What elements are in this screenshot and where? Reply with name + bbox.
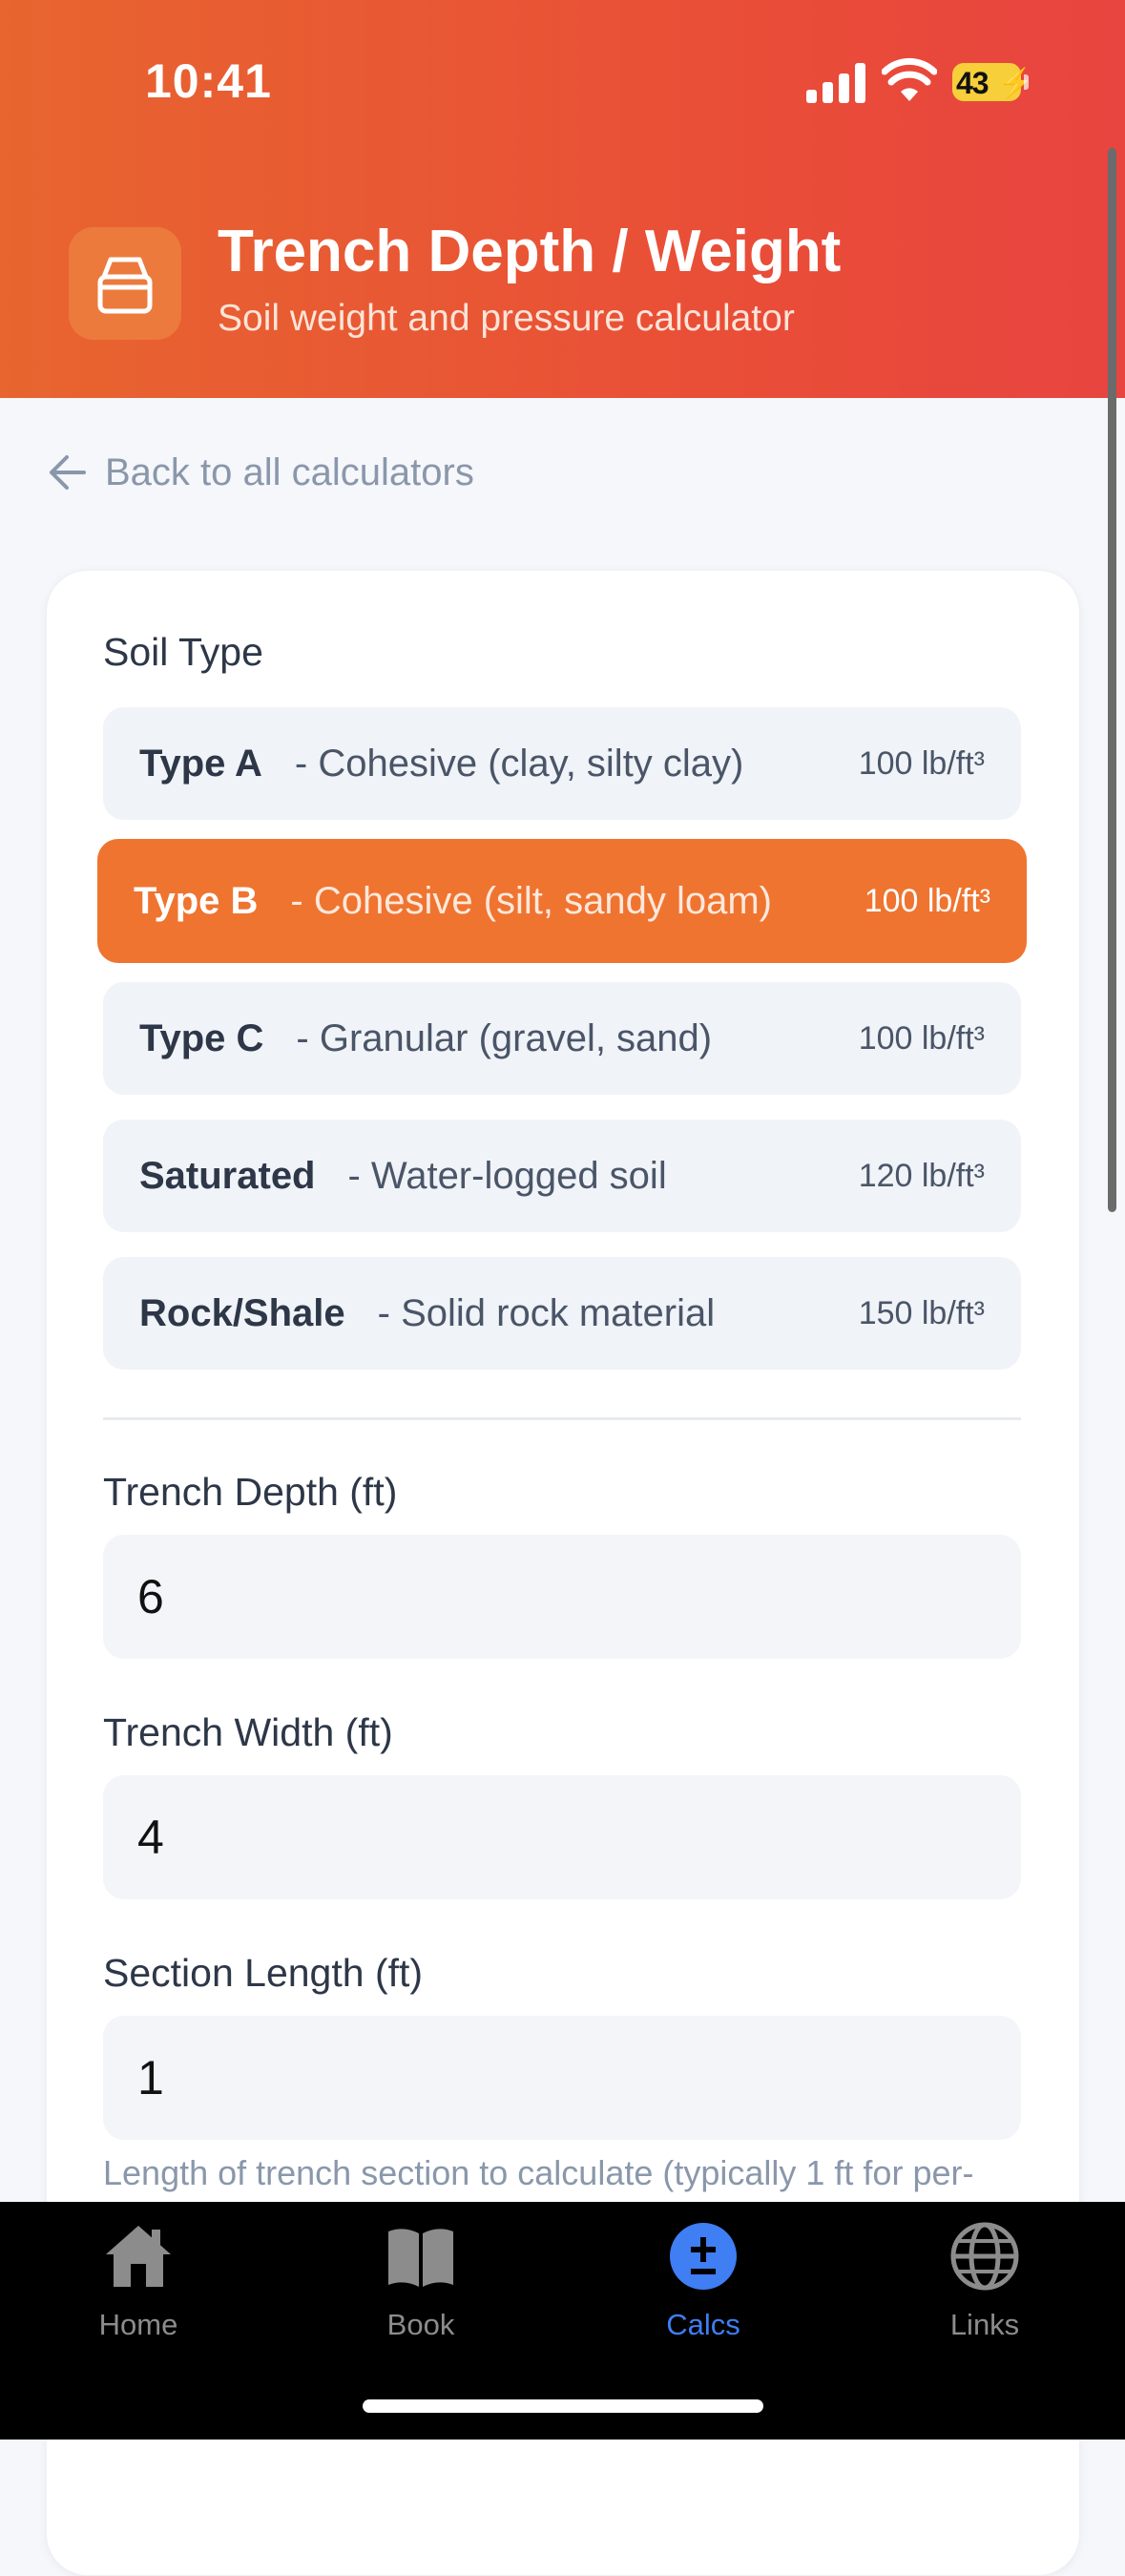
section-length-input[interactable]: 1 [103, 2016, 1021, 2140]
arrow-left-icon [50, 455, 86, 490]
soil-option-name: Type A [139, 742, 262, 785]
page-subtitle: Soil weight and pressure calculator [218, 298, 795, 339]
page-title: Trench Depth / Weight [218, 219, 842, 284]
tab-label: Book [386, 2308, 455, 2341]
plus-minus-icon [670, 2223, 737, 2290]
section-divider [103, 1417, 1021, 1420]
tab-label: Links [949, 2308, 1020, 2341]
trench-depth-label: Trench Depth (ft) [103, 1470, 398, 1514]
home-indicator[interactable] [363, 2399, 763, 2413]
tab-links[interactable]: Links [889, 2214, 1080, 2348]
battery-tip [1024, 74, 1029, 90]
soil-type-label: Soil Type [103, 630, 263, 674]
soil-option-weight: 100 lb/ft³ [864, 882, 990, 919]
tab-calcs[interactable]: Calcs [608, 2214, 799, 2348]
soil-option-type-c[interactable]: Type C - Granular (gravel, sand) 100 lb/… [103, 982, 1021, 1095]
soil-option-type-a[interactable]: Type A - Cohesive (clay, silty clay) 100… [103, 707, 1021, 820]
soil-option-name: Type B [134, 879, 259, 922]
bucket-icon [97, 257, 153, 314]
battery-icon: 43 ⚡ [952, 63, 1033, 101]
soil-option-saturated[interactable]: Saturated - Water-logged soil 120 lb/ft³ [103, 1120, 1021, 1232]
soil-option-type-b[interactable]: Type B - Cohesive (silt, sandy loam) 100… [97, 839, 1027, 963]
soil-option-name: Type C [139, 1016, 264, 1059]
app-header: 10:41 43 ⚡ Trench Depth / Weight Soil we… [0, 0, 1125, 398]
soil-option-rock-shale[interactable]: Rock/Shale - Solid rock material 150 lb/… [103, 1257, 1021, 1370]
book-icon [388, 2229, 453, 2287]
status-time: 10:41 [145, 54, 272, 108]
soil-option-weight: 150 lb/ft³ [858, 1294, 985, 1331]
soil-option-name: Rock/Shale [139, 1291, 345, 1334]
soil-option-name: Saturated [139, 1154, 316, 1197]
home-icon [106, 2226, 171, 2287]
back-link-label: Back to all calculators [105, 450, 474, 493]
tab-label: Home [98, 2308, 178, 2341]
soil-option-description: - Granular (gravel, sand) [296, 1016, 713, 1059]
soil-option-weight: 100 lb/ft³ [858, 744, 985, 782]
scrollbar[interactable] [1108, 148, 1116, 1212]
globe-icon [950, 2222, 1019, 2291]
tab-book[interactable]: Book [325, 2214, 516, 2348]
soil-option-description: - Water-logged soil [347, 1154, 667, 1197]
cellular-signal-icon [806, 63, 865, 103]
soil-option-description: - Cohesive (silt, sandy loam) [290, 879, 772, 922]
calculator-app-icon [69, 227, 181, 340]
soil-option-description: - Cohesive (clay, silty clay) [294, 742, 744, 785]
tab-home[interactable]: Home [43, 2214, 234, 2348]
section-length-label: Section Length (ft) [103, 1951, 424, 1995]
soil-option-description: - Solid rock material [377, 1291, 716, 1334]
section-length-hint: Length of trench section to calculate (t… [103, 2153, 974, 2192]
back-to-calculators-link[interactable]: Back to all calculators [46, 447, 474, 498]
battery-level: 43 [956, 66, 990, 100]
trench-depth-input[interactable]: 6 [103, 1535, 1021, 1659]
trench-width-input[interactable]: 4 [103, 1775, 1021, 1899]
trench-width-label: Trench Width (ft) [103, 1710, 393, 1754]
soil-option-weight: 120 lb/ft³ [858, 1157, 985, 1194]
wifi-icon [882, 57, 937, 101]
soil-option-weight: 100 lb/ft³ [858, 1019, 985, 1057]
tab-label: Calcs [666, 2308, 740, 2341]
